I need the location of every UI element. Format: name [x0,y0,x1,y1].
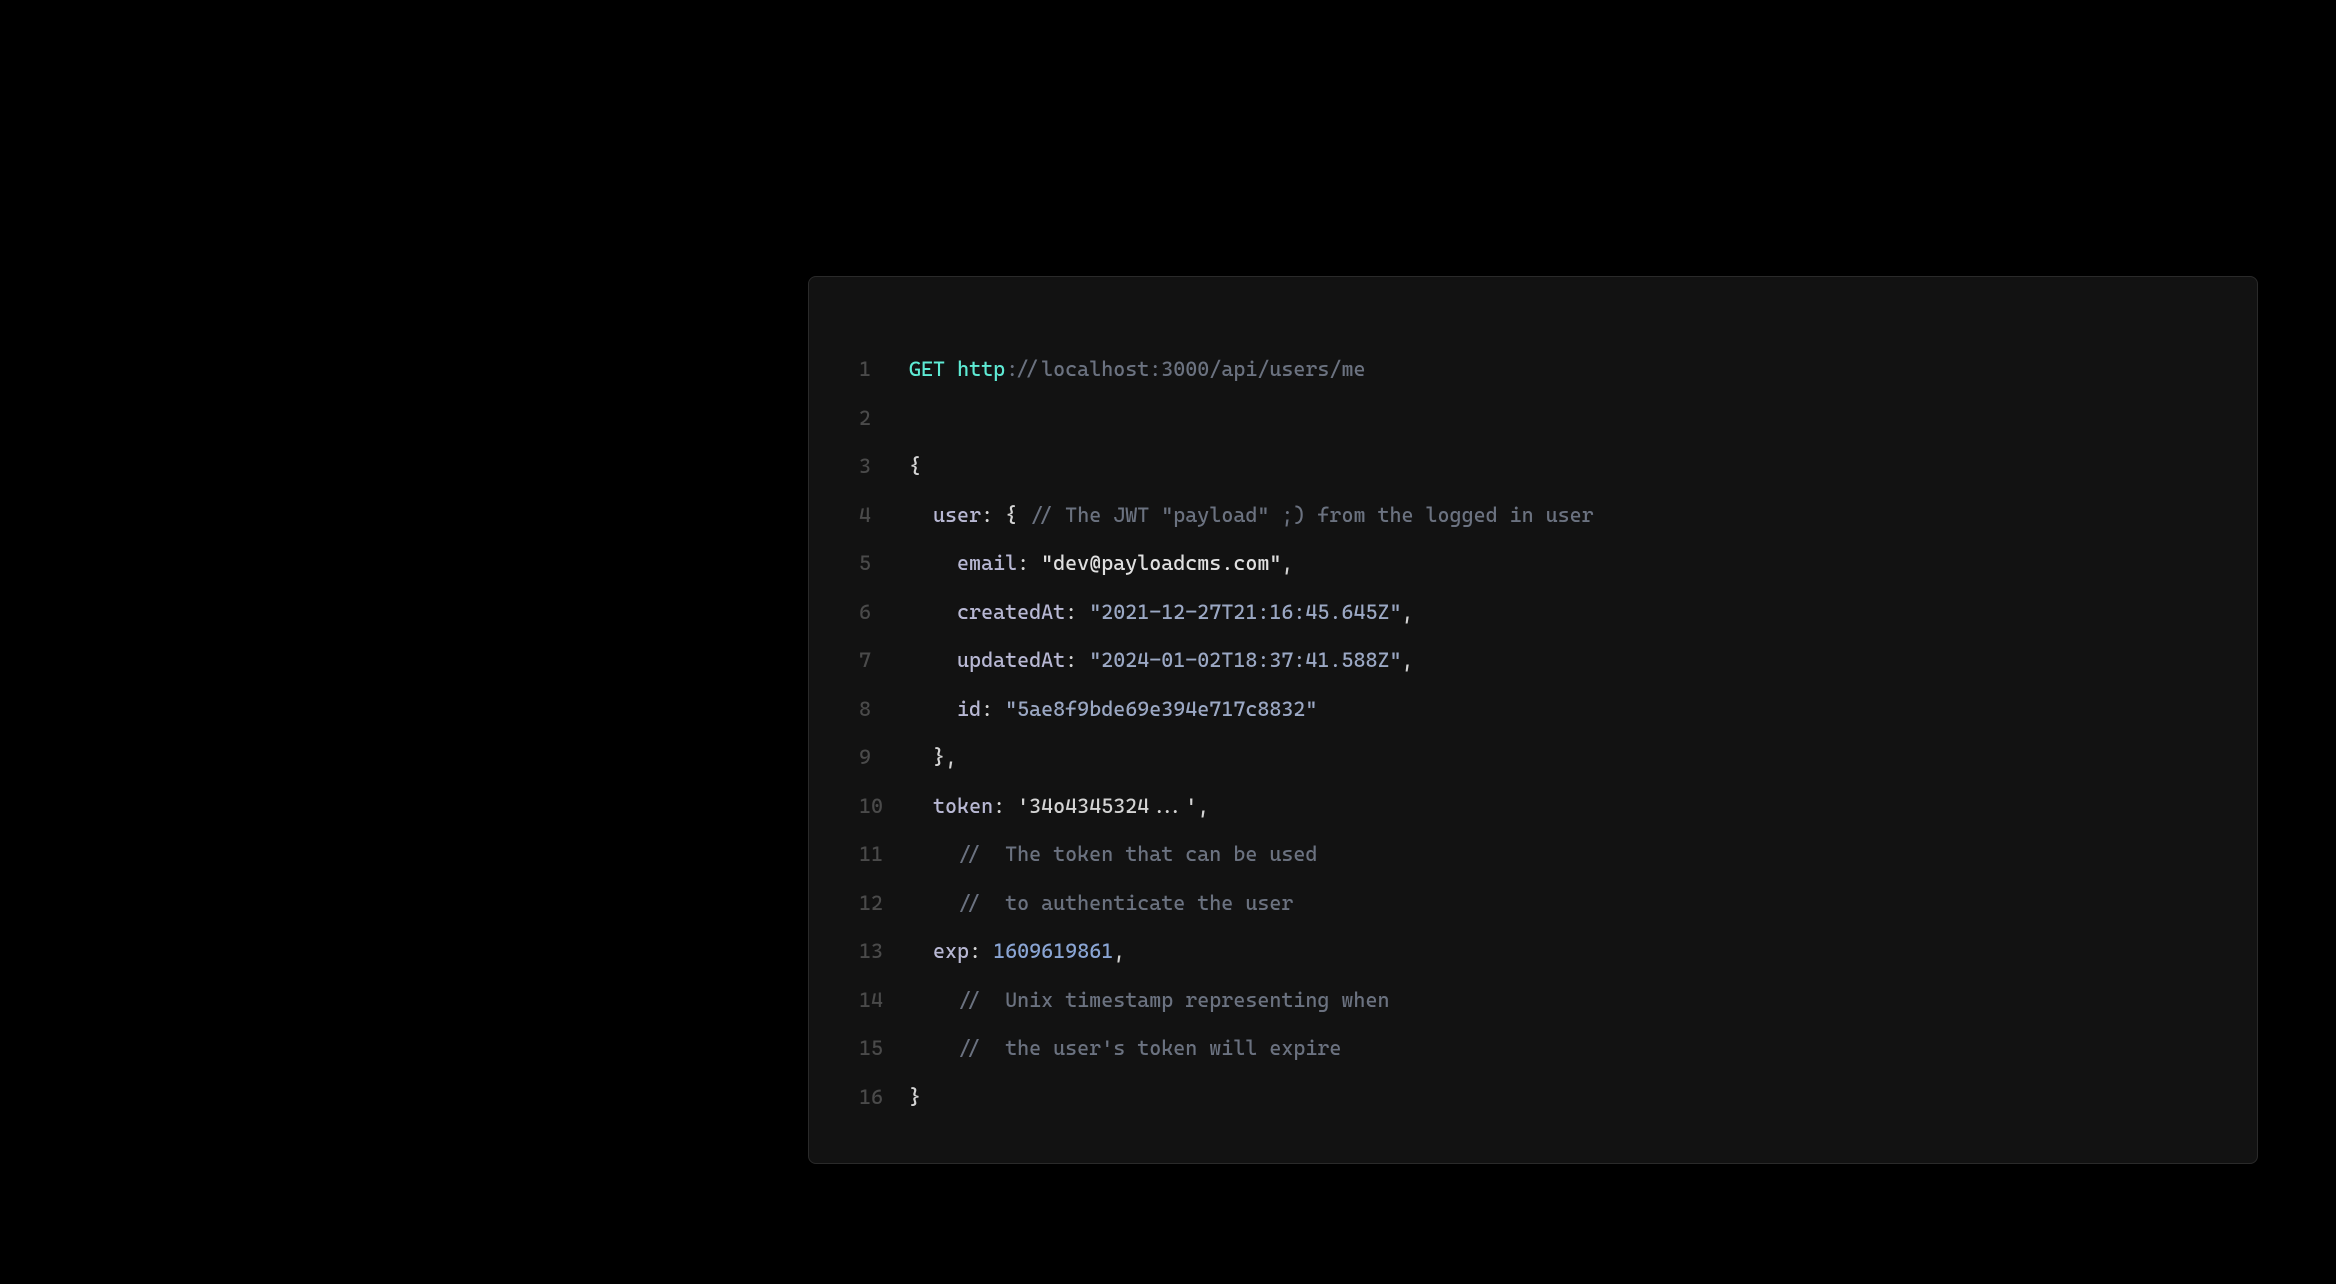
code-line-14: 14 // Unix timestamp representing when [859,976,2207,1025]
line-content [909,394,2207,443]
line-number: 12 [859,879,909,928]
comment: // The JWT "payload" ;) from the logged … [1029,503,1594,527]
comment: // Unix timestamp representing when [957,988,1389,1012]
comma: , [1197,794,1209,818]
line-number: 13 [859,927,909,976]
line-number: 11 [859,830,909,879]
json-value: "2024-01-02T18:37:41.588Z" [1089,648,1401,672]
comment: // The token that can be used [957,842,1317,866]
http-method: GET [909,357,945,381]
line-content: user: { // The JWT "payload" ;) from the… [909,491,2207,540]
line-number: 1 [859,345,909,394]
comment: // to authenticate the user [957,891,1293,915]
colon: : [969,939,993,963]
line-content: id: "5ae8f9bde69e394e717c8832" [909,685,2207,734]
json-value: "5ae8f9bde69e394e717c8832" [1005,697,1317,721]
line-content: }, [909,733,2207,782]
code-line-9: 9 }, [859,733,2207,782]
json-value: "dev@payloadcms.com" [1041,551,1281,575]
code-line-12: 12 // to authenticate the user [859,879,2207,928]
comma: , [1113,939,1125,963]
line-number: 3 [859,442,909,491]
comment: // the user's token will expire [957,1036,1341,1060]
json-value: '34o4345324...' [1017,794,1197,818]
json-key: createdAt [957,600,1065,624]
line-content: // to authenticate the user [909,879,2207,928]
line-content: createdAt: "2021-12-27T21:16:45.645Z", [909,588,2207,637]
line-content: } [909,1073,2207,1122]
line-content: { [909,442,2207,491]
json-value: "2021-12-27T21:16:45.645Z" [1089,600,1401,624]
json-key: token [933,794,993,818]
json-key: email [957,551,1017,575]
line-content: GET http://localhost:3000/api/users/me [909,345,2207,394]
line-number: 4 [859,491,909,540]
code-line-5: 5 email: "dev@payloadcms.com", [859,539,2207,588]
line-number: 15 [859,1024,909,1073]
colon: : [1017,551,1041,575]
url-protocol: http [957,357,1005,381]
line-content: email: "dev@payloadcms.com", [909,539,2207,588]
line-number: 10 [859,782,909,831]
code-line-8: 8 id: "5ae8f9bde69e394e717c8832" [859,685,2207,734]
line-number: 6 [859,588,909,637]
json-key: user [933,503,981,527]
colon: : [981,503,1005,527]
code-line-16: 16 } [859,1073,2207,1122]
line-number: 2 [859,394,909,443]
comma: , [1402,648,1414,672]
comma: , [1402,600,1414,624]
brace-close: }, [933,745,957,769]
colon: : [1065,648,1089,672]
code-block: 1 GET http://localhost:3000/api/users/me… [808,276,2258,1164]
line-content: // The token that can be used [909,830,2207,879]
line-content: // the user's token will expire [909,1024,2207,1073]
code-line-10: 10 token: '34o4345324...', [859,782,2207,831]
brace: { [1005,503,1017,527]
line-number: 5 [859,539,909,588]
colon: : [1065,600,1089,624]
line-number: 16 [859,1073,909,1122]
line-number: 8 [859,685,909,734]
line-content: updatedAt: "2024-01-02T18:37:41.588Z", [909,636,2207,685]
code-line-7: 7 updatedAt: "2024-01-02T18:37:41.588Z", [859,636,2207,685]
brace: { [909,454,921,478]
code-line-1: 1 GET http://localhost:3000/api/users/me [859,345,2207,394]
code-line-6: 6 createdAt: "2021-12-27T21:16:45.645Z", [859,588,2207,637]
line-content: exp: 1609619861, [909,927,2207,976]
code-line-11: 11 // The token that can be used [859,830,2207,879]
comma: , [1281,551,1293,575]
json-key: id [957,697,981,721]
line-number: 14 [859,976,909,1025]
json-key: exp [933,939,969,963]
colon: : [981,697,1005,721]
line-number: 7 [859,636,909,685]
line-content: // Unix timestamp representing when [909,976,2207,1025]
line-content: token: '34o4345324...', [909,782,2207,831]
code-line-4: 4 user: { // The JWT "payload" ;) from t… [859,491,2207,540]
code-line-15: 15 // the user's token will expire [859,1024,2207,1073]
json-value: 1609619861 [993,939,1113,963]
code-line-2: 2 [859,394,2207,443]
colon: : [993,794,1017,818]
code-line-3: 3 { [859,442,2207,491]
line-number: 9 [859,733,909,782]
json-key: updatedAt [957,648,1065,672]
brace: } [909,1085,921,1109]
url-path: ://localhost:3000/api/users/me [1005,357,1365,381]
code-line-13: 13 exp: 1609619861, [859,927,2207,976]
